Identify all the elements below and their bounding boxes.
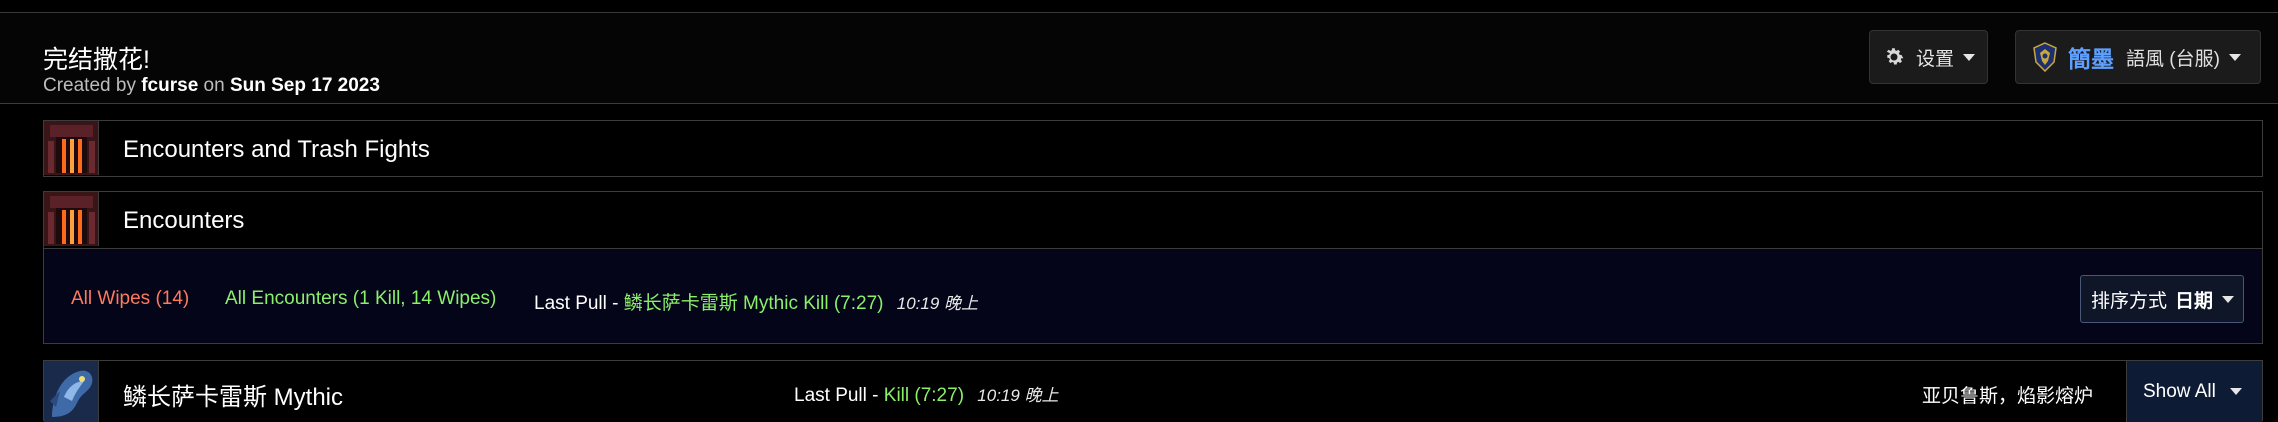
boss-row[interactable]: 鳞长萨卡雷斯 Mythic Last Pull - Kill (7:27) 10…: [43, 360, 2263, 422]
report-author[interactable]: fcurse: [141, 75, 198, 96]
last-pull-value: 鳞长萨卡雷斯 Mythic Kill (7:27): [623, 293, 884, 314]
report-date: Sun Sep 17 2023: [229, 75, 380, 96]
created-by-label: Created by: [43, 75, 136, 96]
on-label: on: [203, 75, 225, 96]
alliance-emblem-icon: [2033, 42, 2057, 72]
chevron-down-icon: [2229, 388, 2242, 395]
zone-thumbnail-icon: [44, 192, 99, 246]
encounters-and-trash-panel[interactable]: Encounters and Trash Fights: [43, 120, 2263, 177]
encounters-header[interactable]: Encounters: [44, 192, 2262, 249]
boss-portrait-icon: [44, 361, 99, 422]
last-pull-value: Kill (7:27): [883, 385, 965, 406]
boss-last-pull: Last Pull - Kill (7:27) 10:19 晚上: [794, 381, 1059, 407]
zone-thumbnail-icon: [44, 121, 99, 175]
encounters-panel: Encounters All Wipes (14) All Encounters…: [43, 191, 2263, 344]
last-pull-label: Last Pull -: [794, 385, 879, 406]
gear-icon: [1886, 48, 1904, 65]
last-pull-label: Last Pull -: [534, 293, 619, 314]
sort-value: 日期: [2175, 290, 2214, 312]
chevron-down-icon: [2222, 295, 2235, 303]
guild-button[interactable]: 簡墨 語風 (台服): [2015, 30, 2261, 84]
report-meta: Created by fcurse on Sun Sep 17 2023: [43, 75, 380, 97]
settings-label: 设置: [1916, 48, 1955, 70]
panel-title: Encounters: [123, 207, 245, 234]
chevron-down-icon: [2228, 53, 2241, 61]
all-encounters-link[interactable]: All Encounters (1 Kill, 14 Wipes): [225, 288, 496, 310]
sort-label: 排序方式: [2091, 290, 2168, 312]
panel-title: Encounters and Trash Fights: [123, 136, 430, 163]
sort-dropdown[interactable]: 排序方式 日期: [2080, 275, 2244, 323]
show-all-label: Show All: [2143, 380, 2216, 402]
last-pull-link[interactable]: Last Pull - 鳞长萨卡雷斯 Mythic Kill (7:27) 10…: [534, 288, 978, 315]
report-title: 完结撒花!: [43, 46, 150, 74]
show-all-dropdown[interactable]: Show All: [2126, 361, 2262, 422]
chevron-down-icon: [1963, 53, 1976, 61]
boss-name: 鳞长萨卡雷斯 Mythic: [123, 384, 344, 411]
last-pull-time: 10:19 晚上: [977, 386, 1059, 405]
settings-button[interactable]: 设置: [1869, 30, 1988, 84]
guild-name: 簡墨: [2068, 46, 2114, 72]
last-pull-time: 10:19 晚上: [896, 294, 979, 313]
zone-name: 亚贝鲁斯，焰影熔炉: [1922, 386, 2094, 407]
guild-server: 語風 (台服): [2126, 48, 2220, 70]
all-wipes-link[interactable]: All Wipes (14): [71, 288, 189, 310]
